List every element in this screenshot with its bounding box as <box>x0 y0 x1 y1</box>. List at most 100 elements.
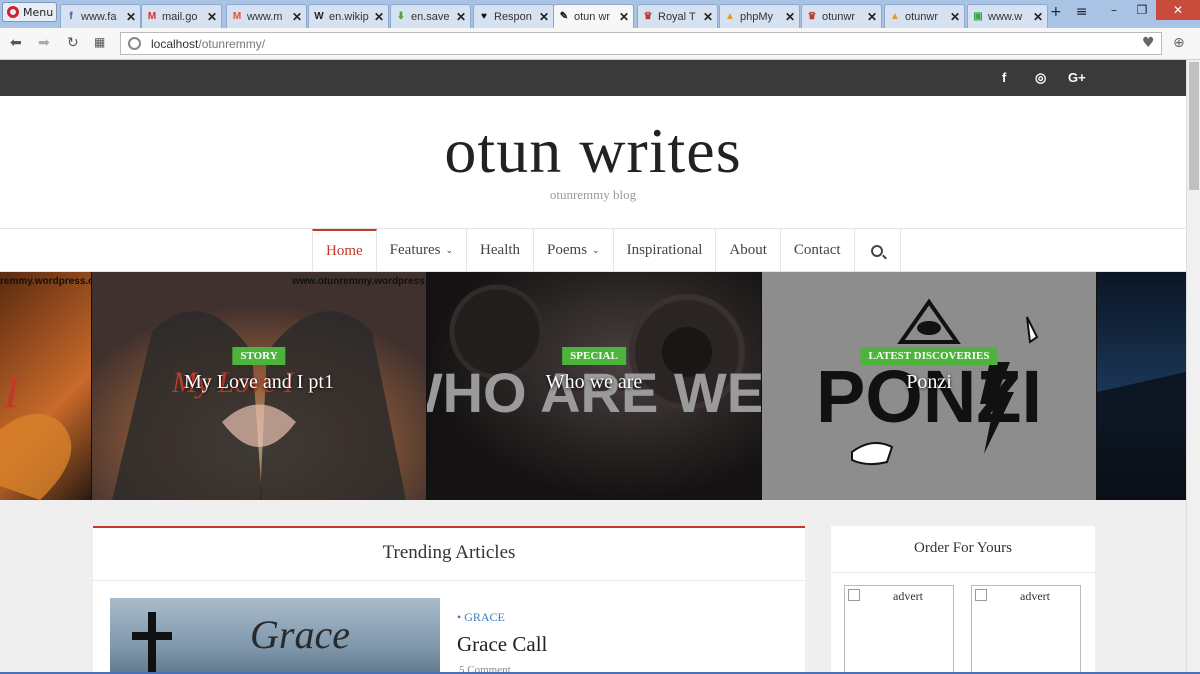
globe-icon <box>128 37 141 50</box>
slide-watermark: www.otunremmy.wordpress.com <box>292 276 426 287</box>
window-close-icon[interactable]: ✕ <box>1156 0 1200 20</box>
url-path: /otunremmy/ <box>198 36 266 51</box>
scrollbar-thumb[interactable] <box>1189 62 1199 190</box>
url-host: localhost <box>151 36 199 51</box>
browser-tab[interactable]: Mwww.m ✕ <box>226 4 307 28</box>
browser-menu-label: Menu <box>23 5 54 19</box>
back-icon[interactable]: ⬅ <box>10 35 22 51</box>
reload-icon[interactable]: ↻ <box>67 35 79 51</box>
article-image[interactable]: Grace <box>110 598 440 674</box>
browser-tab-bar: Menu f www.fa ✕ Mmail.go ✕ Mwww.m ✕ Wen.wikip ✕ ⬇… <box>0 0 1200 28</box>
browser-tab-title: mail.go <box>162 10 198 23</box>
tab-close-icon[interactable]: ✕ <box>374 10 384 24</box>
tab-menu-icon[interactable]: ≡ <box>1076 4 1088 20</box>
url-input[interactable]: localhost/otunremmy/ <box>120 32 1162 55</box>
slide-who-we-are[interactable]: WHO ARE WE? SPECIAL Who we are <box>427 272 761 500</box>
trending-heading: Trending Articles <box>382 542 516 563</box>
browser-tab[interactable]: ⬇ en.save ✕ <box>390 4 471 28</box>
tab-close-icon[interactable]: ✕ <box>619 10 629 24</box>
menu-item-poems[interactable]: Poems ⌄ <box>534 229 614 272</box>
restore-icon[interactable]: ❐ <box>1128 0 1156 20</box>
slide-title[interactable]: Who we are <box>427 371 761 394</box>
broken-image-icon <box>848 589 860 601</box>
tab-close-icon[interactable]: ✕ <box>207 10 217 24</box>
page-scrollbar[interactable] <box>1186 60 1200 674</box>
minimize-icon[interactable]: – <box>1100 0 1128 20</box>
site-tagline: otunremmy blog <box>549 187 637 202</box>
browser-tab[interactable]: Wen.wikip ✕ <box>308 4 389 28</box>
browser-tab[interactable]: f www.fa ✕ <box>60 4 141 28</box>
phpmyadmin-icon: ▲ <box>890 11 900 22</box>
facebook-icon[interactable]: f <box>1002 70 1006 85</box>
site-title[interactable]: otun writes <box>0 114 1186 188</box>
download-icon[interactable]: ⊕ <box>1173 35 1185 51</box>
tab-close-icon[interactable]: ✕ <box>456 10 466 24</box>
google-plus-icon[interactable]: G+ <box>1068 70 1086 85</box>
browser-tab[interactable]: ✎ otun wr ✕ <box>553 4 634 28</box>
tab-close-icon[interactable]: ✕ <box>785 10 795 24</box>
tab-close-icon[interactable]: ✕ <box>1033 10 1043 24</box>
menu-item-label: Inspirational <box>626 242 703 258</box>
divider <box>93 580 805 581</box>
menu-item-label: Home <box>326 243 363 259</box>
browser-tab[interactable]: ♛ Royal T ✕ <box>637 4 718 28</box>
search-button[interactable] <box>855 229 901 272</box>
slide-ponzi[interactable]: PONZI LATEST DISCOVERIES Ponzi <box>762 272 1096 500</box>
instagram-icon[interactable]: ◎ <box>1035 70 1046 86</box>
pen-icon: ✎ <box>559 11 569 22</box>
slide-my-love[interactable]: My Love I www.otunremmy.wordpress.com ST… <box>92 272 426 500</box>
menu-item-health[interactable]: Health <box>467 229 535 272</box>
menu-item-label: Health <box>480 242 521 258</box>
browser-tab[interactable]: Mmail.go ✕ <box>141 4 222 28</box>
sidebar-widget: Order For Yours advert advert <box>831 526 1095 674</box>
chevron-down-icon: ⌄ <box>445 245 454 255</box>
slide-partial-left[interactable]: remmy.wordpress.com I <box>0 272 91 500</box>
browser-tab[interactable]: ▲ phpMy ✕ <box>719 4 800 28</box>
tab-close-icon[interactable]: ✕ <box>867 10 877 24</box>
browser-tab-title: Respon <box>494 10 532 23</box>
menu-item-label: Contact <box>793 242 841 258</box>
facebook-icon: f <box>69 11 73 22</box>
browser-tab[interactable]: ▣ www.w ✕ <box>967 4 1048 28</box>
tab-close-icon[interactable]: ✕ <box>126 10 136 24</box>
slide-title[interactable]: Ponzi <box>762 371 1096 394</box>
tab-close-icon[interactable]: ✕ <box>703 10 713 24</box>
divider <box>831 572 1095 573</box>
article-card[interactable]: Grace • GRACE Grace Call 5 Comment <box>110 598 786 674</box>
new-tab-icon[interactable]: + <box>1050 4 1062 20</box>
browser-tab[interactable]: ♛ otunwr ✕ <box>801 4 882 28</box>
heart-bookmark-icon[interactable]: ♥ <box>1142 35 1155 51</box>
slide-category-badge[interactable]: STORY <box>232 347 286 365</box>
article-category[interactable]: • GRACE <box>457 610 505 625</box>
browser-tab-title: en.save <box>411 10 450 23</box>
menu-item-features[interactable]: Features ⌄ <box>377 229 468 272</box>
royal-icon: ♛ <box>807 11 817 22</box>
tab-close-icon[interactable]: ✕ <box>292 10 302 24</box>
menu-item-contact[interactable]: Contact <box>781 229 855 272</box>
royal-icon: ♛ <box>643 11 653 22</box>
menu-item-inspirational[interactable]: Inspirational <box>614 229 717 272</box>
tab-close-icon[interactable]: ✕ <box>539 10 549 24</box>
browser-tab-title: otun wr <box>574 10 611 23</box>
browser-tab-title: www.w <box>988 10 1023 23</box>
menu-item-label: Poems <box>547 242 588 258</box>
menu-item-about[interactable]: About <box>716 229 781 272</box>
slide-partial-right[interactable] <box>1097 272 1186 500</box>
advert-alt-text: advert <box>1020 589 1050 603</box>
slide-category-badge[interactable]: LATEST DISCOVERIES <box>860 347 998 365</box>
tab-close-icon[interactable]: ✕ <box>950 10 960 24</box>
menu-item-home[interactable]: Home <box>312 229 377 272</box>
advert-image[interactable]: advert <box>971 585 1081 674</box>
article-title[interactable]: Grace Call <box>457 632 547 657</box>
browser-menu-button[interactable]: Menu <box>2 2 57 22</box>
advert-image[interactable]: advert <box>844 585 954 674</box>
browser-tab[interactable]: ♥ Respon ✕ <box>473 4 554 28</box>
browser-tab[interactable]: ▲ otunwr ✕ <box>884 4 965 28</box>
forward-icon[interactable]: ➡ <box>38 35 50 51</box>
slide-title[interactable]: My Love and I pt1 <box>92 371 426 394</box>
main-menu: Home Features ⌄ Health Poems ⌄ Inspirational Ab… <box>0 228 1186 272</box>
menu-item-label: About <box>729 242 767 258</box>
speed-dial-icon[interactable]: ▦ <box>94 35 105 49</box>
gmail-icon: M <box>147 11 157 22</box>
slide-category-badge[interactable]: SPECIAL <box>562 347 626 365</box>
